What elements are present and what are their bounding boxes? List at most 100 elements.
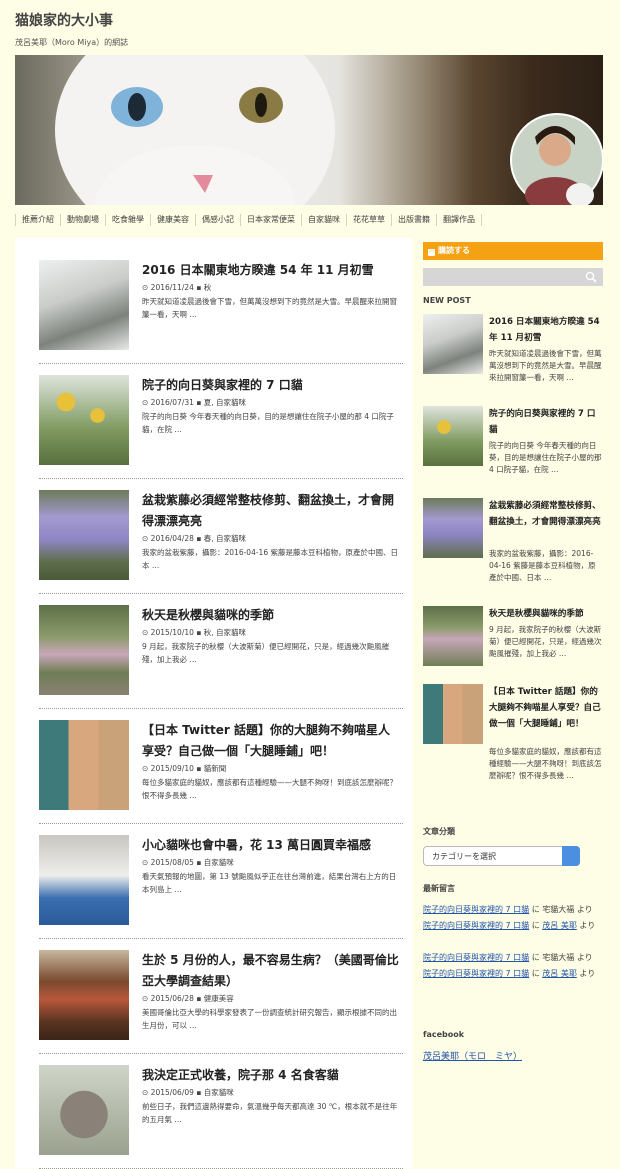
post-category[interactable]: 自家貓咪 [204,1088,234,1097]
sidebar-post-title[interactable]: 秋天是秋櫻與貓咪的季節 [489,606,603,622]
recent-comment: 院子的向日葵與家裡的 7 口貓 に 茂呂 美耶 より [423,918,603,934]
nav-item-my-cats[interactable]: 自家貓咪 [302,214,347,226]
post-meta: ⊙ 2015/09/10 ▪ 貓新聞 [142,764,227,773]
comment-post-link[interactable]: 院子的向日葵與家裡的 7 口貓 [423,921,529,930]
post-date: 2016/07/31 [150,398,194,407]
post-title[interactable]: 盆栽紫藤必須經常整枝修剪、翻盆換土，才會開得漂漂亮亮 [142,490,400,532]
sidebar-post-thumbnail[interactable] [423,314,483,374]
sidebar-post-title[interactable]: 院子的向日葵與家裡的 7 口貓 [489,406,603,438]
post-meta: ⊙ 2016/07/31 ▪ 夏, 自家貓咪 [142,398,247,407]
post-thumbnail[interactable] [39,605,129,695]
post-thumbnail[interactable] [39,720,129,810]
sidebar-post-title[interactable]: 2016 日本關東地方睽違 54 年 11 月初雪 [489,314,603,346]
post-thumbnail[interactable] [39,375,129,465]
tag-icon: ▪ [196,398,202,407]
site-title[interactable]: 猫娘家的大小事 [15,10,113,30]
post-thumbnail[interactable] [39,1065,129,1155]
sidebar-post-thumbnail[interactable] [423,684,483,744]
subscribe-button[interactable]: ◠ 購読する [423,242,603,260]
post-excerpt: 看天氣預報的地圖，第 13 號颱風似乎正在往台灣前進，結果台灣右上方的日本列島上… [142,872,397,894]
subscribe-label: 購読する [438,246,470,255]
search-input[interactable] [423,268,603,286]
comment-tail: より [576,969,596,978]
sidebar-post-excerpt: 9 月起，我家院子的秋櫻（大波斯菊）便已經開花，只是，經過幾次颱風摧殘，加上我必… [489,625,602,658]
post-title[interactable]: 院子的向日葵與家裡的 7 口貓 [142,375,400,396]
post-title[interactable]: 【日本 Twitter 話題】你的大腿夠不夠喵星人享受？自己做一個「大腿睡鋪」吧… [142,720,400,762]
recent-comments-heading: 最新留言 [423,884,455,893]
post-item: 盆栽紫藤必須經常整枝修剪、翻盆換土，才會開得漂漂亮亮 ⊙ 2016/04/28 … [39,490,403,594]
nav-item-health[interactable]: 健康美容 [151,214,196,226]
sidebar-post-item: 院子的向日葵與家裡的 7 口貓 院子的向日葵 今年春天種的向日葵，目的是想讓住在… [423,406,603,474]
comment-post-link[interactable]: 院子的向日葵與家裡的 7 口貓 [423,905,529,914]
nav-item-books[interactable]: 出版書籍 [392,214,437,226]
post-meta: ⊙ 2016/04/28 ▪ 春, 自家貓咪 [142,534,247,543]
categories-select[interactable]: カテゴリーを選択 [423,846,580,866]
post-item: 院子的向日葵與家裡的 7 口貓 ⊙ 2016/07/31 ▪ 夏, 自家貓咪 院… [39,375,403,479]
recent-comment: 院子的向日葵與家裡的 7 口貓 に 宅貓大福 より [423,902,603,918]
post-date: 2016/04/28 [150,534,194,543]
sidebar-post-item: 2016 日本關東地方睽違 54 年 11 月初雪 昨天就知道凌晨過後會下雪，但… [423,314,603,382]
post-category[interactable]: 秋 [204,283,212,292]
post-excerpt: 每位多貓家庭的貓奴，應該都有這種經驗——大腿不夠呀！到底該怎麼辦呢？恨不得多長幾… [142,778,397,800]
post-excerpt: 院子的向日葵 今年春天種的向日葵，目的是想讓住在院子小屋的那 4 口院子貓，在院… [142,412,394,434]
sidebar-post-thumbnail[interactable] [423,606,483,666]
tag-icon: ▪ [196,283,202,292]
comment-author[interactable]: 茂呂 美耶 [542,969,577,978]
nav-item-animal-theater[interactable]: 動物劇場 [61,214,106,226]
sidebar-post-item: 秋天是秋櫻與貓咪的季節 9 月起，我家院子的秋櫻（大波斯菊）便已經開花，只是，經… [423,606,603,666]
post-thumbnail[interactable] [39,835,129,925]
nav-item-translations[interactable]: 翻譯作品 [437,214,482,226]
sidebar-post-title[interactable]: 盆栽紫藤必須經常整枝修剪、翻盆換土，才會開得漂漂亮亮 [489,498,603,530]
comment-sep: に [529,953,543,962]
post-item: 秋天是秋櫻與貓咪的季節 ⊙ 2015/10/10 ▪ 秋, 自家貓咪 9 月起，… [39,605,403,709]
post-thumbnail[interactable] [39,950,129,1040]
nav-item-flowers[interactable]: 花花草草 [347,214,392,226]
post-category[interactable]: 春, 自家貓咪 [204,534,246,543]
post-date: 2016/11/24 [150,283,194,292]
recent-comment: 院子的向日葵與家裡的 7 口貓 に 茂呂 美耶 より [423,966,603,982]
search-icon[interactable] [585,271,597,283]
post-title[interactable]: 小心貓咪也會中暑，花 13 萬日圓買幸福感 [142,835,400,856]
sidebar-post-thumbnail[interactable] [423,406,483,466]
post-category[interactable]: 秋, 自家貓咪 [204,628,246,637]
post-meta: ⊙ 2015/10/10 ▪ 秋, 自家貓咪 [142,628,247,637]
comment-author[interactable]: 茂呂 美耶 [542,921,577,930]
sidebar-post-excerpt: 我家的盆栽紫藤，攝影：2016-04-16 紫藤是藤本豆科植物，原產於中國、日本… [489,549,596,582]
comment-post-link[interactable]: 院子的向日葵與家裡的 7 口貓 [423,953,529,962]
header-banner-image [15,55,603,205]
post-excerpt: 前些日子，我們這邊熱得要命，氣溫幾乎每天都高達 30 ℃，根本就不是往年的五月氣… [142,1102,398,1124]
nav-item-recommend[interactable]: 推薦介紹 [15,214,61,226]
post-title[interactable]: 我決定正式收養，院子那 4 名食客貓 [142,1065,400,1086]
post-excerpt: 我家的盆栽紫藤，攝影：2016-04-16 紫藤是藤本豆科植物，原產於中國、日本… [142,548,398,570]
post-category[interactable]: 自家貓咪 [204,858,234,867]
tag-icon: ▪ [196,1088,202,1097]
categories-select-value: カテゴリーを選択 [432,852,496,861]
comment-sep: に [529,921,543,930]
post-date: 2015/06/09 [150,1088,194,1097]
post-title[interactable]: 生於 5 月份的人，最不容易生病？（美國哥倫比亞大學調查結果） [142,950,400,992]
sidebar-post-item: 盆栽紫藤必須經常整枝修剪、翻盆換土，才會開得漂漂亮亮 我家的盆栽紫藤，攝影：20… [423,498,603,582]
post-category[interactable]: 貓新聞 [204,764,227,773]
post-category[interactable]: 健康美容 [204,994,234,1003]
post-meta: ⊙ 2016/11/24 ▪ 秋 [142,283,212,292]
tag-icon: ▪ [196,994,202,1003]
post-excerpt: 昨天就知道凌晨過後會下雪，但萬萬沒想到下的竟然是大雪。早晨醒來拉開窗簾一看，天啊… [142,297,397,319]
sidebar-post-item: 【日本 Twitter 話題】你的大腿夠不夠喵星人享受？自己做一個「大腿睡鋪」吧… [423,684,603,780]
post-item: 生於 5 月份的人，最不容易生病？（美國哥倫比亞大學調查結果） ⊙ 2015/0… [39,950,403,1054]
post-category[interactable]: 夏, 自家貓咪 [204,398,246,407]
post-date: 2015/10/10 [150,628,194,637]
nav-item-notes[interactable]: 偶感小記 [196,214,241,226]
nav-item-food[interactable]: 吃食雜學 [106,214,151,226]
post-excerpt: 美國哥倫比亞大學的科學家發表了一份調查統計研究報告，顯示根據不同的出生月份，可以… [142,1008,397,1030]
post-thumbnail[interactable] [39,490,129,580]
post-thumbnail[interactable] [39,260,129,350]
nav-item-home-cooking[interactable]: 日本家常便菜 [241,214,302,226]
post-title[interactable]: 2016 日本關東地方睽違 54 年 11 月初雪 [142,260,400,281]
comment-post-link[interactable]: 院子的向日葵與家裡的 7 口貓 [423,969,529,978]
new-post-heading: NEW POST [423,296,471,305]
post-title[interactable]: 秋天是秋櫻與貓咪的季節 [142,605,400,626]
sidebar-post-thumbnail[interactable] [423,498,483,558]
sidebar-post-title[interactable]: 【日本 Twitter 話題】你的大腿夠不夠喵星人享受？自己做一個「大腿睡鋪」吧… [489,684,603,732]
facebook-page-link[interactable]: 茂呂美耶（モロ ミヤ） [423,1049,522,1062]
recent-comment: 院子的向日葵與家裡的 7 口貓 に 宅貓大福 より [423,950,603,966]
